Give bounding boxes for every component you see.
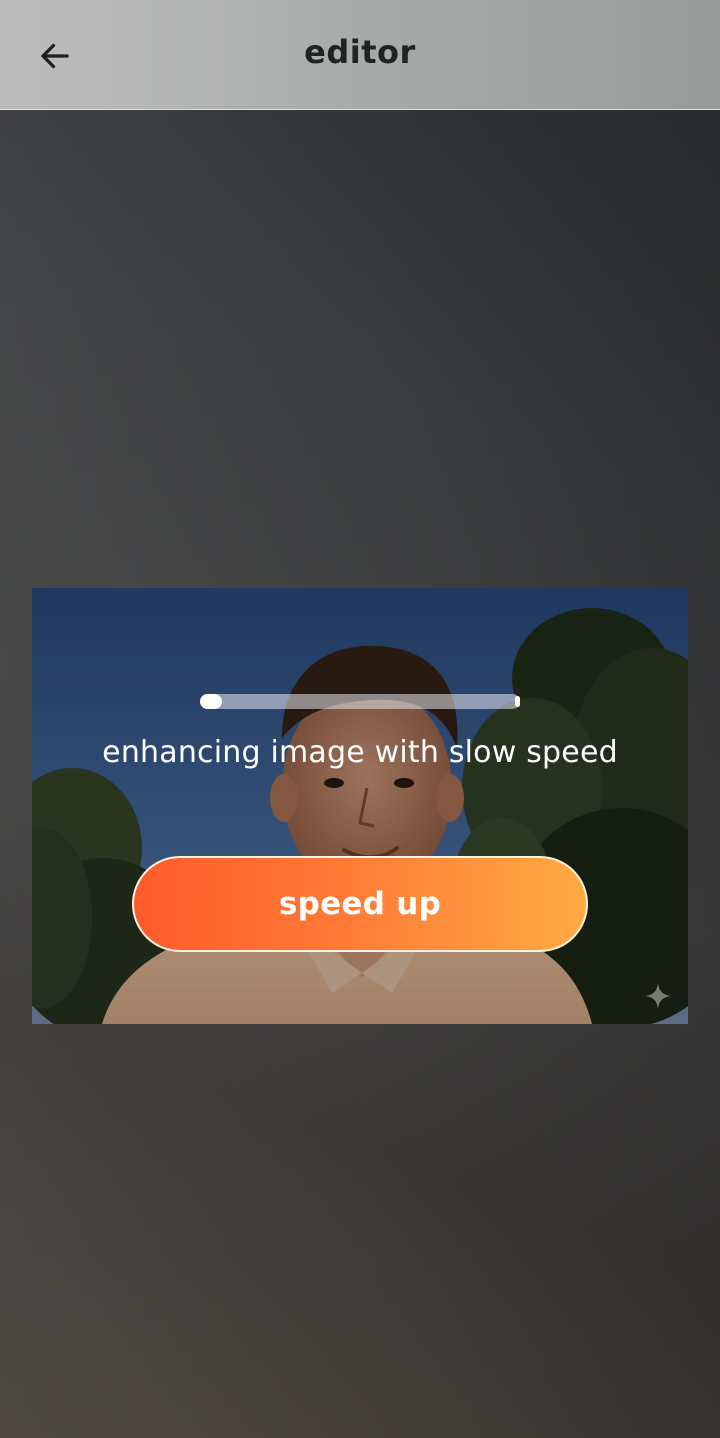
enhance-progress-bar	[200, 694, 520, 709]
progress-fill	[200, 694, 223, 709]
image-preview: enhancing image with slow speed speed up	[32, 588, 688, 1024]
page-title: editor	[304, 33, 416, 71]
progress-end-marker	[515, 696, 520, 707]
sparkle-icon	[645, 983, 671, 1009]
speed-up-label: speed up	[278, 886, 442, 922]
enhance-status-text: enhancing image with slow speed	[102, 735, 618, 770]
photo-dim-overlay	[32, 588, 688, 1024]
speed-up-button[interactable]: speed up	[132, 856, 588, 952]
editor-screen: editor enhancing image with slow speed s…	[0, 0, 720, 1438]
top-app-bar: editor	[0, 0, 720, 110]
